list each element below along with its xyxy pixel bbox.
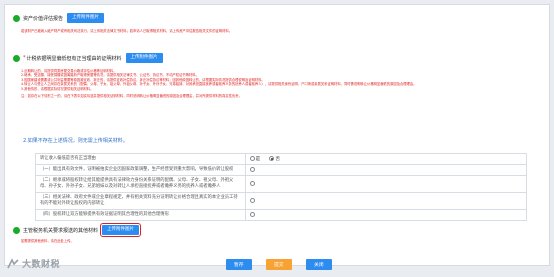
exempt-note: 如需提供其他资料，请在此处上传。 (21, 239, 74, 243)
upload-button[interactable]: 上传附件图片 (100, 223, 142, 237)
table-row: 转让收入偏低是否有正当理由 是 否 (35, 153, 528, 165)
radio-option[interactable] (249, 167, 255, 172)
table-row: （三）相关法律、政府文件或企业章程规定，并有相关资料充分证明转让价格合理且真实的… (35, 192, 528, 210)
table-row: （二）继承或将股权转让给其能提供具有法律效力身份关系证明的配偶、父母、子女、祖父… (35, 175, 528, 193)
note-line: 注：如存在以下情形之一的，请在下表中如实勾选并提供相关证明材料，同时说明转让价格… (21, 94, 242, 99)
question-cell: （一）能出具有效文件，证明被拍卖企业因国家政策调整，生产经营受到重大影响，导致低… (35, 164, 246, 176)
upload-button[interactable]: 上传附件图片 (125, 53, 163, 63)
save-button[interactable]: 暂存 (226, 259, 252, 270)
note-line: 5.其他情形，请根据实际情况提供相关证明材料。 (21, 86, 94, 91)
question-cell: （二）继承或将股权转让给其能提供具有法律效力身份关系证明的配偶、父母、子女、祖父… (35, 175, 246, 193)
required-mark: * (23, 55, 26, 61)
radio-option[interactable] (249, 212, 255, 217)
brand-logo: 大数财税 (6, 257, 60, 270)
section-label: 资产价值评估报告 (23, 15, 64, 22)
answer-cell (244, 175, 528, 193)
question-cell: （四）股权转让双方能够提供有效证据证明其合理性的其他合理情形 (35, 209, 246, 221)
radio-option[interactable] (249, 198, 255, 203)
section-exempt: 主管税务机关要求报送的其他材料 上传附件图片 (13, 223, 142, 237)
upload-button[interactable]: 上传附件图片 (67, 13, 105, 23)
section-label: 主管税务机关要求报送的其他材料 (23, 227, 99, 234)
radio-no[interactable] (269, 156, 275, 161)
check-dot-icon (13, 226, 20, 234)
answer-cell (244, 164, 528, 176)
section-income-proof: * 计税依据明显偏低但有正当理由的证明材料 上传附件图片 (13, 53, 163, 63)
answer-cell: 是 否 (244, 153, 528, 165)
radio-yes[interactable] (249, 156, 255, 161)
question-cell: 转让收入偏低是否有正当理由 (35, 153, 246, 165)
asset-note: 若该财产已被纳入破产财产或有相关司法执行，请上传相关法律文书材料；若申请人已取得… (21, 29, 232, 33)
check-dot-icon (13, 14, 20, 22)
logo-text: 大数财税 (22, 260, 61, 270)
submit-button[interactable]: 提交 (266, 259, 292, 270)
logo-mark-icon (7, 257, 19, 268)
question-cell: （三）相关法律、政府文件或企业章程规定，并有相关资料充分证明转让价格合理且真实的… (35, 192, 246, 210)
income-notes: 1.近期转让的，请提供同类房屋交易价格或评估价格等证明材料。 2.继承、受遗赠、… (21, 69, 543, 98)
answer-cell (244, 192, 528, 210)
blue-instruction: 2.如果不存在上述情况，则无需上传相关材料。 (23, 138, 128, 144)
option-yes[interactable]: 是 (249, 156, 260, 162)
section-label: 计税依据明显偏低但有正当理由的证明材料 (26, 55, 122, 62)
form-panel: 资产价值评估报告 上传附件图片 若该财产已被纳入破产财产或有相关司法执行，请上传… (4, 4, 550, 266)
table-row: （四）股权转让双方能够提供有效证据证明其合理性的其他合理情形 (35, 209, 528, 221)
check-dot-icon (13, 54, 20, 62)
radio-option[interactable] (249, 181, 255, 186)
section-asset-report: 资产价值评估报告 上传附件图片 (13, 13, 105, 23)
close-button[interactable]: 关闭 (306, 259, 332, 270)
table-row: （一）能出具有效文件，证明被拍卖企业因国家政策调整，生产经营受到重大影响，导致低… (35, 164, 528, 176)
answer-cell (244, 209, 528, 221)
question-table: 转让收入偏低是否有正当理由 是 否 （一）能出具有效文件，证明被拍卖企业因国家政… (35, 153, 528, 221)
option-no[interactable]: 否 (269, 156, 280, 162)
